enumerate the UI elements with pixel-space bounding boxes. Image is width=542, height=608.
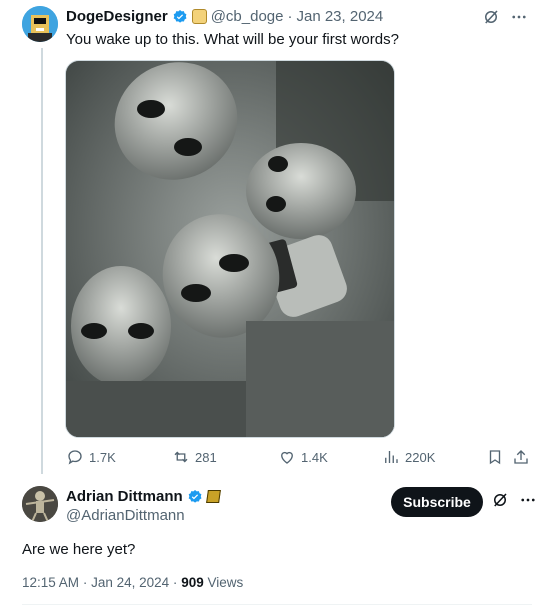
like-count: 1.4K (301, 449, 328, 465)
views-count: 220K (405, 449, 436, 465)
reply-button[interactable]: 1.7K (66, 448, 116, 466)
subscribe-button[interactable]: Subscribe (391, 487, 483, 517)
tweet-meta: 12:15 AM · Jan 24, 2024 · 909 Views (22, 575, 243, 590)
tweet-time[interactable]: 12:15 AM (22, 575, 79, 590)
bookmark-icon (489, 450, 501, 465)
views-label: Views (207, 575, 244, 590)
affiliate-badge-icon[interactable] (205, 490, 221, 503)
grok-icon[interactable] (482, 8, 500, 26)
verified-badge-icon[interactable] (187, 489, 203, 505)
tweet-text: You wake up to this. What will be your f… (66, 31, 399, 48)
reply-count: 1.7K (89, 449, 116, 465)
views-button[interactable]: 220K (382, 448, 435, 466)
separator-dot: · (287, 8, 293, 25)
verified-badge-icon[interactable] (172, 9, 188, 25)
tweet-date[interactable]: Jan 23, 2024 (296, 8, 383, 25)
share-icon (514, 450, 528, 464)
doge-affiliate-badge-icon[interactable] (191, 9, 207, 24)
tweet-media-image[interactable] (65, 60, 395, 438)
repost-icon (174, 451, 188, 463)
display-name[interactable]: DogeDesigner (66, 8, 168, 25)
tweet-date[interactable]: Jan 24, 2024 (91, 575, 169, 590)
tweet-text: Are we here yet? (22, 541, 136, 558)
avatar[interactable] (22, 486, 58, 522)
bookmark-button[interactable] (486, 448, 504, 466)
handle[interactable]: @AdrianDittmann (66, 507, 185, 524)
share-button[interactable] (512, 448, 530, 466)
repost-count: 281 (195, 449, 217, 465)
tweet-header: DogeDesigner @cb_doge · Jan 23, 2024 (66, 8, 383, 25)
more-icon[interactable] (510, 8, 528, 26)
grok-icon[interactable] (491, 491, 509, 509)
heart-icon (281, 451, 293, 464)
views-chart-icon (385, 451, 398, 463)
tweet-top-actions (491, 491, 537, 509)
views-count: 909 (181, 575, 204, 590)
reply-icon (68, 450, 82, 465)
avatar[interactable] (22, 6, 58, 42)
tweet-top-actions (482, 8, 528, 26)
divider (22, 604, 532, 605)
separator-dot: · (172, 575, 178, 590)
more-icon[interactable] (519, 491, 537, 509)
display-name[interactable]: Adrian Dittmann (66, 488, 183, 505)
like-button[interactable]: 1.4K (278, 448, 328, 466)
separator-dot: · (82, 575, 88, 590)
thread-connector-line (41, 48, 43, 474)
handle[interactable]: @cb_doge (211, 8, 284, 25)
tweet-header: Adrian Dittmann (66, 488, 221, 505)
repost-button[interactable]: 281 (172, 448, 217, 466)
engagement-bar: 1.7K 281 1.4K 220K (66, 448, 532, 468)
